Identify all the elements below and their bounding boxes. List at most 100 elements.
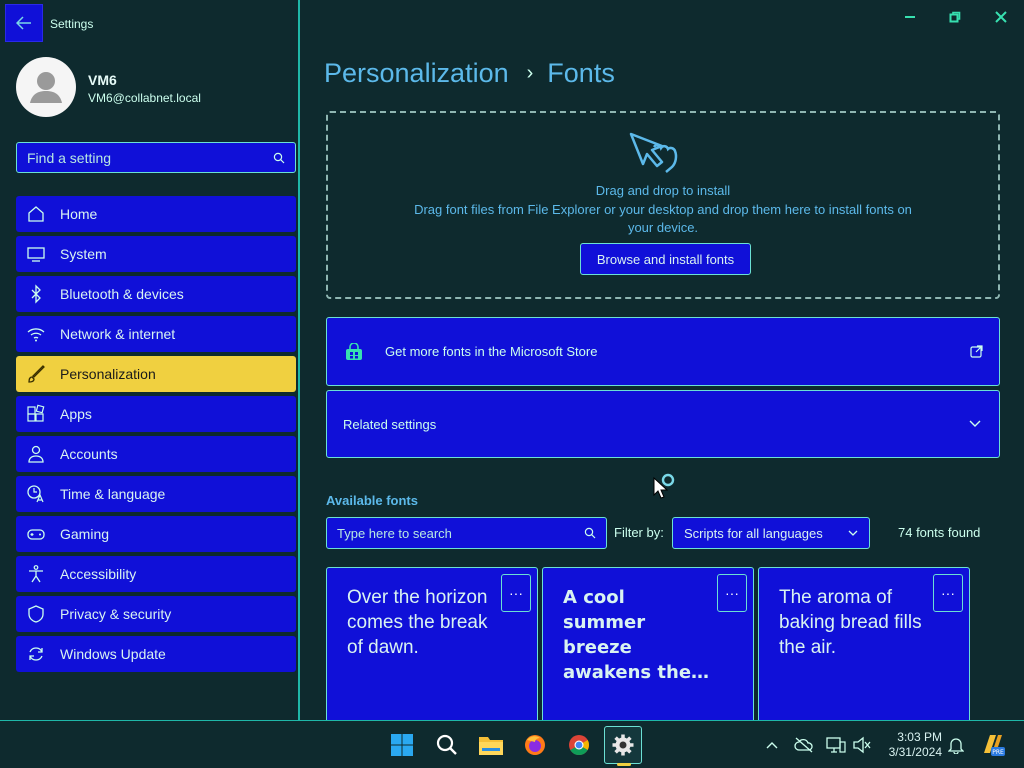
search-icon: [436, 734, 457, 755]
close-icon: [995, 11, 1007, 23]
mouse-cursor-busy-icon: [653, 473, 675, 499]
store-link-label: Get more fonts in the Microsoft Store: [385, 344, 598, 359]
clock-time: 3:03 PM: [897, 730, 942, 744]
person-icon: [24, 442, 48, 466]
gear-icon: [612, 734, 634, 756]
sidebar-item-label: Home: [60, 206, 98, 222]
font-card[interactable]: Over the horizon comes the break of dawn…: [326, 567, 538, 727]
copilot-icon: PRE: [984, 735, 1005, 756]
sidebar-item-apps[interactable]: Apps: [16, 396, 296, 432]
sidebar-item-label: System: [60, 246, 107, 262]
taskbar-clock[interactable]: 3:03 PM 3/31/2024: [880, 730, 942, 760]
external-link-icon: [970, 345, 983, 358]
chevron-up-icon: [766, 742, 778, 749]
font-drop-zone[interactable]: Drag and drop to install Drag font files…: [326, 111, 1000, 299]
firefox-icon: [525, 735, 545, 755]
font-search-placeholder: Type here to search: [337, 525, 452, 541]
more-options-button[interactable]: ···: [501, 574, 531, 612]
font-count: 74 fonts found: [898, 525, 981, 540]
store-icon: [345, 342, 363, 361]
breadcrumb: Personalization › Fonts: [324, 58, 615, 89]
gamepad-icon: [24, 522, 48, 546]
sidebar-item-home[interactable]: Home: [16, 196, 296, 232]
related-settings-expander[interactable]: Related settings: [326, 390, 1000, 458]
font-preview-text: A cool summer breeze awakens the…: [563, 587, 710, 683]
taskbar: 3:03 PM 3/31/2024 PRE: [0, 720, 1024, 768]
font-card[interactable]: The aroma of baking bread fills the air.…: [758, 567, 970, 727]
user-avatar-icon: [30, 72, 62, 103]
close-button[interactable]: [989, 8, 1013, 26]
arrow-left-icon: [16, 16, 31, 30]
sidebar-item-accessibility[interactable]: Accessibility: [16, 556, 296, 592]
filter-dropdown[interactable]: Scripts for all languages: [672, 517, 870, 549]
font-preview-text: Over the horizon comes the break of dawn…: [347, 587, 488, 658]
minimize-button[interactable]: [898, 8, 922, 26]
notifications-button[interactable]: [946, 735, 966, 755]
sidebar-item-personalization[interactable]: Personalization: [16, 356, 296, 392]
more-options-button[interactable]: ···: [933, 574, 963, 612]
cloud-offline-icon: [794, 737, 813, 753]
restore-button[interactable]: [943, 8, 967, 26]
sidebar-item-label: Windows Update: [60, 646, 166, 662]
font-card[interactable]: A cool summer breeze awakens the… ···: [542, 567, 754, 727]
sidebar-item-label: Privacy & security: [60, 606, 172, 622]
shield-icon: [24, 602, 48, 626]
search-placeholder: Find a setting: [27, 149, 112, 166]
sidebar-item-system[interactable]: System: [16, 236, 296, 272]
copilot-button[interactable]: PRE: [978, 731, 1006, 759]
sidebar-item-windows-update[interactable]: Windows Update: [16, 636, 296, 672]
show-hidden-icons-button[interactable]: [762, 735, 782, 755]
active-app-indicator: [617, 763, 631, 766]
minimize-icon: [905, 16, 915, 18]
network-monitor-icon: [826, 737, 846, 753]
hand-pointer-icon: [629, 132, 678, 173]
font-search-input[interactable]: Type here to search: [326, 517, 607, 549]
accessibility-icon: [24, 562, 48, 586]
more-options-button[interactable]: ···: [717, 574, 747, 612]
avatar[interactable]: [16, 57, 76, 117]
network-tray[interactable]: [826, 735, 846, 755]
sidebar-item-gaming[interactable]: Gaming: [16, 516, 296, 552]
restore-icon: [949, 11, 961, 23]
drop-zone-title: Drag and drop to install: [595, 183, 731, 198]
sidebar-item-network[interactable]: Network & internet: [16, 316, 296, 352]
main-content: Personalization › Fonts Drag and drop to…: [302, 0, 1024, 727]
monitor-icon: [24, 242, 48, 266]
page-title: Fonts: [547, 58, 615, 88]
settings-taskbar-button[interactable]: [604, 726, 642, 766]
start-button[interactable]: [383, 726, 421, 764]
chrome-icon: [569, 735, 590, 756]
related-settings-label: Related settings: [343, 416, 437, 432]
chevron-right-icon: ›: [526, 62, 534, 84]
filter-value: Scripts for all languages: [684, 525, 823, 541]
search-icon: [273, 152, 285, 163]
sidebar-item-label: Time & language: [60, 486, 166, 502]
folder-icon: [479, 737, 503, 755]
firefox-button[interactable]: [516, 726, 554, 764]
svg-text:PRE: PRE: [992, 749, 1004, 756]
sidebar-item-label: Personalization: [60, 366, 156, 382]
breadcrumb-parent[interactable]: Personalization: [324, 58, 509, 89]
volume-tray[interactable]: [852, 735, 872, 755]
sidebar-item-label: Network & internet: [60, 326, 176, 342]
home-icon: [24, 202, 48, 226]
bell-icon: [948, 738, 964, 754]
taskbar-search-button[interactable]: [428, 726, 466, 764]
sidebar-item-privacy[interactable]: Privacy & security: [16, 596, 296, 632]
windows-logo-icon: [391, 734, 413, 756]
chrome-button[interactable]: [560, 726, 598, 764]
sidebar-item-time-language[interactable]: Time & language: [16, 476, 296, 512]
search-input[interactable]: Find a setting: [16, 142, 296, 173]
microsoft-store-fonts-link[interactable]: Get more fonts in the Microsoft Store: [326, 317, 1000, 386]
sidebar-item-bluetooth[interactable]: Bluetooth & devices: [16, 276, 296, 312]
back-button[interactable]: [5, 4, 43, 42]
file-explorer-button[interactable]: [472, 726, 510, 764]
browse-install-fonts-button[interactable]: Browse and install fonts: [580, 243, 751, 275]
drop-zone-description: Drag font files from File Explorer or yo…: [414, 202, 912, 235]
sidebar-item-accounts[interactable]: Accounts: [16, 436, 296, 472]
user-email: VM6@collabnet.local: [88, 91, 201, 105]
sidebar-item-label: Accessibility: [60, 566, 137, 582]
sidebar: Settings VM6 VM6@collabnet.local Find a …: [0, 0, 300, 720]
onedrive-tray[interactable]: [794, 735, 814, 755]
update-icon: [24, 642, 48, 666]
